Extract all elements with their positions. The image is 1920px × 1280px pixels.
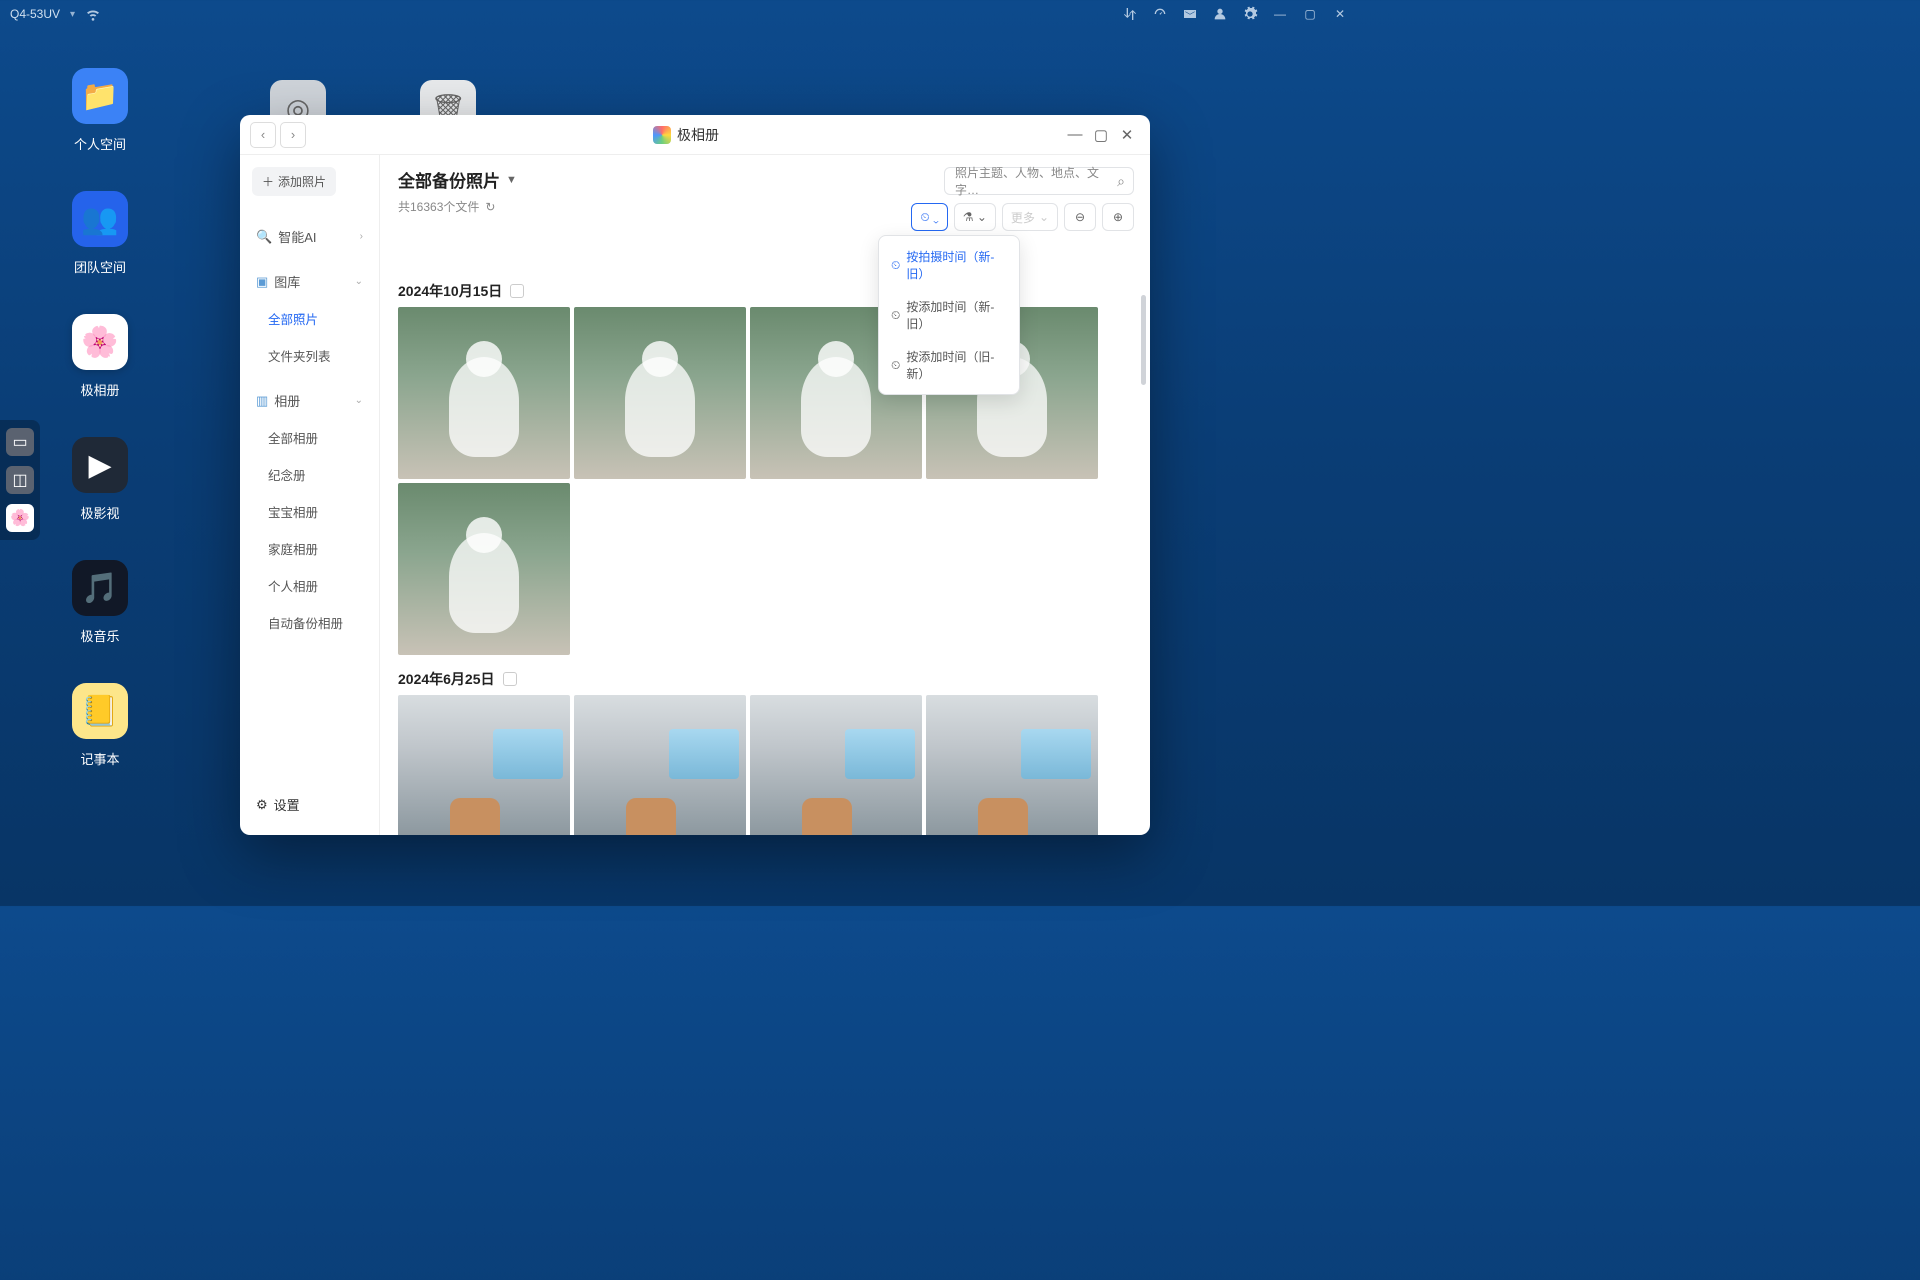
gear-icon: ⚙ <box>256 797 268 813</box>
window-maximize-button[interactable]: ▢ <box>1088 122 1114 148</box>
sidebar-album-item-3[interactable]: 家庭相册 <box>248 530 371 567</box>
sidebar: ＋ 添加照片 🔍 智能AI › ▣ 图库 ⌄ 全部照片文件夹列表 ▥ 相册 ⌄ … <box>240 155 380 835</box>
dock-item-1[interactable]: 👥 团队空间 <box>72 191 128 276</box>
sort-option-0[interactable]: ⏲按拍摄时间（新-旧） <box>879 240 1019 290</box>
dock-item-0[interactable]: 📁 个人空间 <box>72 68 128 153</box>
ai-icon: 🔍 <box>256 229 272 245</box>
dock-label: 个人空间 <box>74 134 126 153</box>
system-topbar: Q4-53UV ▾ — ▢ ✕ <box>0 0 1358 28</box>
gear-icon[interactable] <box>1242 6 1258 22</box>
dock-label: 团队空间 <box>74 257 126 276</box>
window-titlebar: ‹ › 极相册 — ▢ ✕ <box>240 115 1150 155</box>
content-area: 全部备份照片 ▼ 共16363个文件 ↻ 照片主题、人物、地点、文字… ⌕ ⏲ … <box>380 155 1150 835</box>
date-label: 2024年6月25日 <box>398 669 495 689</box>
minimize-icon[interactable]: — <box>1272 6 1288 22</box>
photo-grid[interactable]: 2024年10月15日 2024年6月25日 <box>380 267 1150 835</box>
dock-icon: ▶ <box>72 437 128 493</box>
nav-back-button[interactable]: ‹ <box>250 122 276 148</box>
dock-icon: 🎵 <box>72 560 128 616</box>
photos-window: ‹ › 极相册 — ▢ ✕ ＋ 添加照片 🔍 智能AI › ▣ 图库 ⌄ 全部照… <box>240 115 1150 835</box>
mail-icon[interactable] <box>1182 6 1198 22</box>
window-minimize-button[interactable]: — <box>1062 122 1088 148</box>
dock-label: 极音乐 <box>80 626 119 645</box>
album-icon: ▥ <box>256 393 268 409</box>
scrollbar[interactable] <box>1141 295 1146 385</box>
sort-dropdown: ⏲按拍摄时间（新-旧）⏲按添加时间（新-旧）⏲按添加时间（旧-新） <box>878 235 1020 395</box>
sort-option-1[interactable]: ⏲按添加时间（新-旧） <box>879 290 1019 340</box>
thumb-row <box>398 307 1132 655</box>
photo-thumb[interactable] <box>574 695 746 835</box>
add-photo-button[interactable]: ＋ 添加照片 <box>252 167 336 196</box>
search-placeholder: 照片主题、人物、地点、文字… <box>955 164 1105 198</box>
photo-thumb[interactable] <box>398 695 570 835</box>
sidebar-album-item-1[interactable]: 纪念册 <box>248 456 371 493</box>
chevron-right-icon: › <box>360 231 363 242</box>
nav-forward-button[interactable]: › <box>280 122 306 148</box>
dock-item-4[interactable]: 🎵 极音乐 <box>72 560 128 645</box>
speed-icon[interactable] <box>1152 6 1168 22</box>
sidebar-section-gallery[interactable]: ▣ 图库 ⌄ <box>248 263 371 300</box>
sidebar-album-item-4[interactable]: 个人相册 <box>248 567 371 604</box>
refresh-icon[interactable]: ↻ <box>485 200 495 214</box>
dock-item-3[interactable]: ▶ 极影视 <box>72 437 128 522</box>
date-checkbox[interactable] <box>503 672 517 686</box>
sort-option-2[interactable]: ⏲按添加时间（旧-新） <box>879 340 1019 390</box>
close-icon[interactable]: ✕ <box>1332 6 1348 22</box>
date-header: 2024年6月25日 <box>398 669 1132 689</box>
clock-icon: ⏲ <box>891 308 900 323</box>
search-icon: ⌕ <box>1117 173 1125 190</box>
chevron-down-icon: ⌄ <box>355 276 363 287</box>
clock-icon: ⏲ <box>891 258 900 273</box>
chevron-down-icon[interactable]: ▾ <box>70 9 75 20</box>
photo-thumb[interactable] <box>574 307 746 479</box>
zoom-out-button[interactable]: ⊖ <box>1064 203 1096 231</box>
dock-item-2[interactable]: 🌸 极相册 <box>72 314 128 399</box>
dock-icon: 📒 <box>72 683 128 739</box>
sidebar-section-album[interactable]: ▥ 相册 ⌄ <box>248 382 371 419</box>
wifi-icon[interactable] <box>85 6 101 22</box>
zoom-in-button[interactable]: ⊕ <box>1102 203 1134 231</box>
sidebar-settings[interactable]: ⚙ 设置 <box>248 786 371 823</box>
maximize-icon[interactable]: ▢ <box>1302 6 1318 22</box>
sidebar-album-item-2[interactable]: 宝宝相册 <box>248 493 371 530</box>
transfer-icon[interactable] <box>1122 6 1138 22</box>
date-header: 2024年10月15日 <box>398 281 1132 301</box>
dock-item-5[interactable]: 📒 记事本 <box>72 683 128 768</box>
chevron-down-icon: ▼ <box>506 174 517 186</box>
dock-label: 极影视 <box>80 503 119 522</box>
photo-thumb[interactable] <box>750 695 922 835</box>
photo-thumb[interactable] <box>398 307 570 479</box>
dock-label: 极相册 <box>80 380 119 399</box>
app-logo-icon <box>653 126 671 144</box>
window-close-button[interactable]: ✕ <box>1114 122 1140 148</box>
sidebar-gallery-item-0[interactable]: 全部照片 <box>248 300 371 337</box>
photo-thumb[interactable] <box>926 695 1098 835</box>
dock-icon: 🌸 <box>72 314 128 370</box>
photo-thumb[interactable] <box>398 483 570 655</box>
date-checkbox[interactable] <box>510 284 524 298</box>
dock: 📁 个人空间 👥 团队空间 🌸 极相册 ▶ 极影视 🎵 极音乐 📒 记事本 <box>0 28 200 906</box>
chevron-down-icon: ⌄ <box>355 395 363 406</box>
thumb-row <box>398 695 1132 835</box>
gallery-icon: ▣ <box>256 274 268 290</box>
more-button[interactable]: 更多 ⌄ <box>1002 203 1058 231</box>
dock-label: 记事本 <box>80 749 119 768</box>
user-icon[interactable] <box>1212 6 1228 22</box>
filter-button[interactable]: ⚗ ⌄ <box>954 203 996 231</box>
dock-icon: 👥 <box>72 191 128 247</box>
window-title: 极相册 <box>310 125 1062 145</box>
clock-icon: ⏲ <box>891 358 900 373</box>
device-name[interactable]: Q4-53UV <box>10 7 60 21</box>
date-label: 2024年10月15日 <box>398 281 502 301</box>
sidebar-section-ai[interactable]: 🔍 智能AI › <box>248 218 371 255</box>
sidebar-album-item-0[interactable]: 全部相册 <box>248 419 371 456</box>
dock-icon: 📁 <box>72 68 128 124</box>
search-input[interactable]: 照片主题、人物、地点、文字… ⌕ <box>944 167 1134 195</box>
sort-button[interactable]: ⏲ ⌄ <box>911 203 947 231</box>
sidebar-gallery-item-1[interactable]: 文件夹列表 <box>248 337 371 374</box>
sidebar-album-item-5[interactable]: 自动备份相册 <box>248 604 371 641</box>
